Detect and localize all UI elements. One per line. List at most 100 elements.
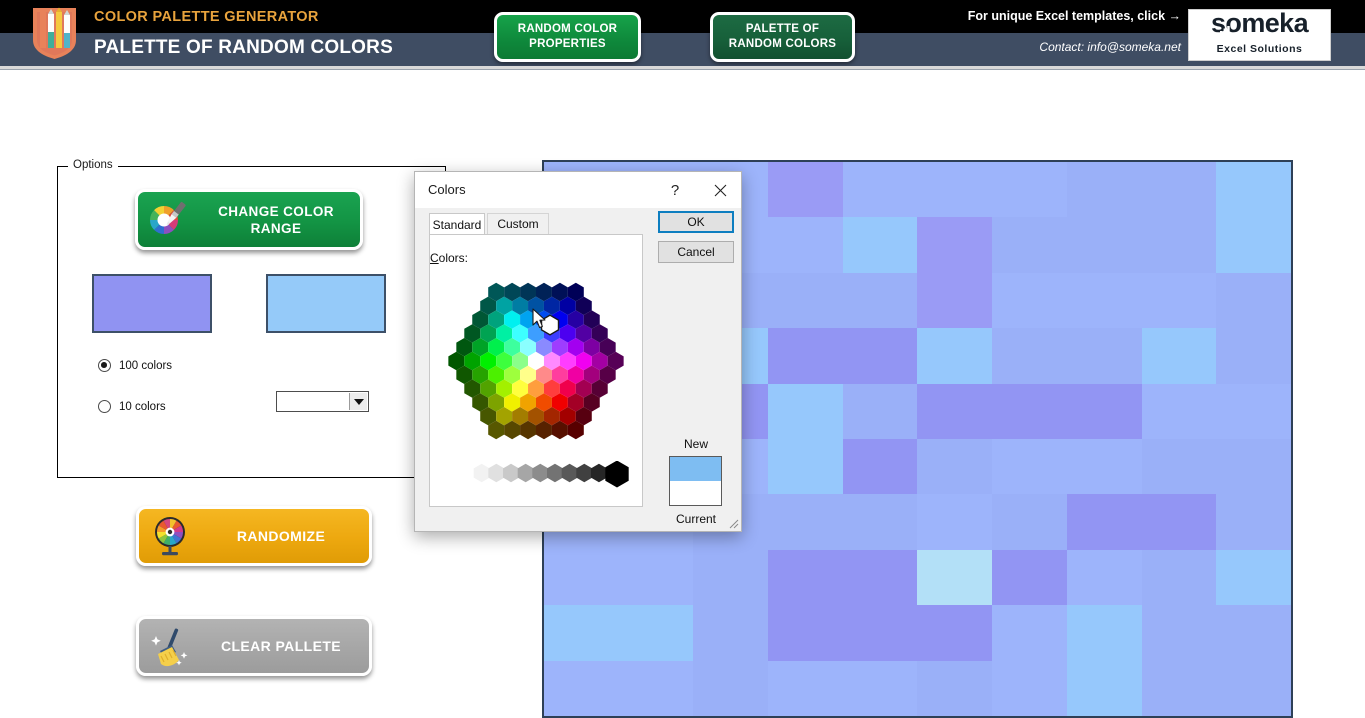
palette-cell[interactable]	[1066, 272, 1142, 329]
palette-cell[interactable]	[1216, 439, 1291, 495]
palette-cell[interactable]	[618, 660, 694, 716]
palette-cell[interactable]	[842, 217, 918, 273]
palette-cell[interactable]	[1216, 328, 1291, 384]
colors-count-dropdown[interactable]	[276, 391, 369, 412]
palette-cell[interactable]	[768, 272, 843, 329]
palette-cell[interactable]	[1141, 383, 1217, 439]
palette-cell[interactable]	[842, 605, 918, 661]
range-start-swatch[interactable]	[92, 274, 212, 333]
help-icon[interactable]: ?	[660, 177, 690, 203]
palette-cell[interactable]	[842, 272, 918, 329]
grayscale-hex-swatch[interactable]	[517, 463, 534, 483]
palette-cell[interactable]	[544, 549, 619, 606]
palette-cell[interactable]	[842, 328, 918, 384]
palette-cell[interactable]	[768, 162, 843, 218]
palette-cell[interactable]	[992, 272, 1067, 329]
palette-cell[interactable]	[917, 162, 993, 218]
palette-cell[interactable]	[992, 549, 1067, 606]
palette-cell[interactable]	[1066, 217, 1142, 273]
palette-cell[interactable]	[1216, 549, 1291, 606]
promo-text[interactable]: For unique Excel templates, click →	[968, 9, 1181, 23]
palette-cell[interactable]	[1141, 494, 1217, 550]
tab-standard[interactable]: Standard	[429, 213, 485, 235]
palette-cell[interactable]	[842, 660, 918, 716]
close-icon[interactable]	[703, 177, 737, 203]
palette-cell[interactable]	[1066, 494, 1142, 550]
grayscale-hex-swatch[interactable]	[561, 463, 578, 483]
palette-cell[interactable]	[768, 605, 843, 661]
palette-cell[interactable]	[992, 328, 1067, 384]
palette-cell[interactable]	[1066, 549, 1142, 606]
palette-cell[interactable]	[618, 605, 694, 661]
palette-cell[interactable]	[1066, 162, 1142, 218]
palette-cell[interactable]	[1216, 162, 1291, 218]
palette-cell[interactable]	[917, 439, 993, 495]
palette-cell[interactable]	[992, 494, 1067, 550]
resize-grip-icon[interactable]	[727, 517, 739, 529]
black-hex-swatch[interactable]	[605, 461, 629, 488]
grayscale-hex-swatch[interactable]	[459, 463, 475, 483]
palette-cell[interactable]	[768, 217, 843, 273]
palette-cell[interactable]	[1216, 660, 1291, 716]
palette-cell[interactable]	[1066, 660, 1142, 716]
palette-cell[interactable]	[1066, 328, 1142, 384]
palette-cell[interactable]	[1066, 383, 1142, 439]
palette-cell[interactable]	[917, 272, 993, 329]
palette-cell[interactable]	[917, 328, 993, 384]
range-end-swatch[interactable]	[266, 274, 386, 333]
clear-pallete-button[interactable]: CLEAR PALLETE	[136, 616, 372, 676]
someka-logo[interactable]: someka Excel Solutions	[1188, 8, 1331, 61]
palette-cell[interactable]	[1216, 605, 1291, 661]
hex-color-wheel[interactable]	[429, 266, 643, 456]
palette-cell[interactable]	[842, 439, 918, 495]
palette-cell[interactable]	[768, 383, 843, 439]
palette-cell[interactable]	[917, 605, 993, 661]
grayscale-hex-swatch[interactable]	[503, 463, 519, 483]
palette-cell[interactable]	[992, 162, 1067, 218]
palette-cell[interactable]	[618, 549, 694, 606]
radio-10-colors[interactable]: 10 colors	[98, 400, 166, 413]
palette-cell[interactable]	[1141, 272, 1217, 329]
palette-cell[interactable]	[842, 549, 918, 606]
grayscale-hex-swatch[interactable]	[576, 463, 593, 483]
palette-cell[interactable]	[693, 549, 769, 606]
palette-cell[interactable]	[768, 494, 843, 550]
palette-cell[interactable]	[842, 494, 918, 550]
colors-dialog[interactable]: Colors ? Standard Custom Colors: OK Canc…	[414, 171, 742, 532]
palette-cell[interactable]	[992, 439, 1067, 495]
palette-cell[interactable]	[544, 605, 619, 661]
palette-cell[interactable]	[1216, 383, 1291, 439]
change-color-range-button[interactable]: CHANGE COLOR RANGE	[135, 189, 363, 250]
grayscale-hex-swatch[interactable]	[473, 463, 490, 483]
palette-cell[interactable]	[768, 328, 843, 384]
grayscale-hex-row[interactable]	[455, 461, 645, 493]
palette-cell[interactable]	[1066, 439, 1142, 495]
palette-cell[interactable]	[917, 494, 993, 550]
dialog-tabs[interactable]: Standard Custom	[429, 213, 643, 235]
nav-random-color-properties-button[interactable]: RANDOM COLOR PROPERTIES	[494, 12, 641, 62]
palette-cell[interactable]	[842, 383, 918, 439]
radio-100-colors[interactable]: 100 colors	[98, 359, 172, 372]
tab-custom[interactable]: Custom	[487, 213, 549, 235]
palette-cell[interactable]	[1141, 549, 1217, 606]
palette-cell[interactable]	[917, 549, 993, 606]
palette-cell[interactable]	[1216, 217, 1291, 273]
grayscale-hex-swatch[interactable]	[532, 463, 549, 483]
palette-cell[interactable]	[544, 660, 619, 716]
palette-cell[interactable]	[1141, 162, 1217, 218]
cancel-button[interactable]: Cancel	[658, 241, 734, 263]
palette-cell[interactable]	[768, 439, 843, 495]
palette-cell[interactable]	[992, 660, 1067, 716]
palette-cell[interactable]	[768, 660, 843, 716]
palette-cell[interactable]	[1141, 217, 1217, 273]
randomize-button[interactable]: RANDOMIZE	[136, 506, 372, 566]
palette-cell[interactable]	[917, 383, 993, 439]
palette-cell[interactable]	[842, 162, 918, 218]
palette-cell[interactable]	[693, 605, 769, 661]
palette-cell[interactable]	[992, 383, 1067, 439]
palette-cell[interactable]	[992, 605, 1067, 661]
palette-cell[interactable]	[917, 217, 993, 273]
grayscale-hex-swatch[interactable]	[590, 463, 607, 483]
chevron-down-icon[interactable]	[349, 393, 367, 410]
palette-cell[interactable]	[1141, 439, 1217, 495]
